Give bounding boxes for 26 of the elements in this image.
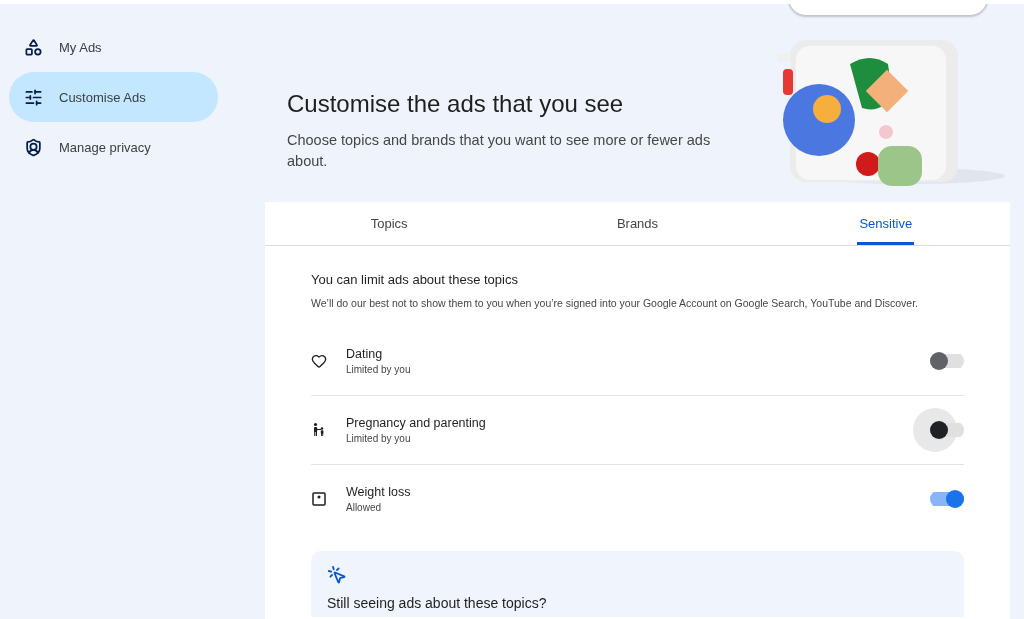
- toggle-switch[interactable]: [930, 490, 964, 508]
- page-subtitle: Choose topics and brands that you want to see more or fewer ads about.: [287, 131, 712, 171]
- sidebar-item[interactable]: Customise Ads: [9, 72, 218, 122]
- topic-status: Limited by you: [346, 364, 412, 375]
- page-title: Customise the ads that you see: [287, 90, 625, 118]
- toggle-switch[interactable]: [930, 352, 964, 370]
- section-title: You can limit ads about these topics: [311, 272, 519, 287]
- help-card-title: Still seeing ads about these topics?: [327, 595, 548, 611]
- shield-icon: [24, 137, 43, 157]
- scale-icon: [311, 491, 327, 507]
- tab[interactable]: Brands: [614, 202, 661, 245]
- topic-status: Limited by you: [346, 433, 412, 444]
- sidebar-item[interactable]: Manage privacy: [9, 122, 218, 172]
- tab[interactable]: Sensitive: [857, 202, 915, 245]
- topic-status: Allowed: [346, 502, 383, 513]
- toggle-switch[interactable]: [930, 421, 964, 439]
- topic-name: Pregnancy and parenting: [346, 416, 487, 430]
- section-description: We’ll do our best not to show them to you when you’re signed into your Google Account on Google Search, YouTube and Discover.: [311, 297, 920, 309]
- tab[interactable]: Topics: [368, 202, 410, 245]
- sliders-icon: [24, 87, 43, 107]
- topic-name: Dating: [346, 347, 384, 361]
- shapes-icon: [24, 37, 43, 57]
- topic-name: Weight loss: [346, 485, 412, 499]
- sidebar-item[interactable]: My Ads: [9, 22, 218, 72]
- heart-icon: [311, 353, 327, 369]
- cursor-click-icon: [327, 565, 347, 585]
